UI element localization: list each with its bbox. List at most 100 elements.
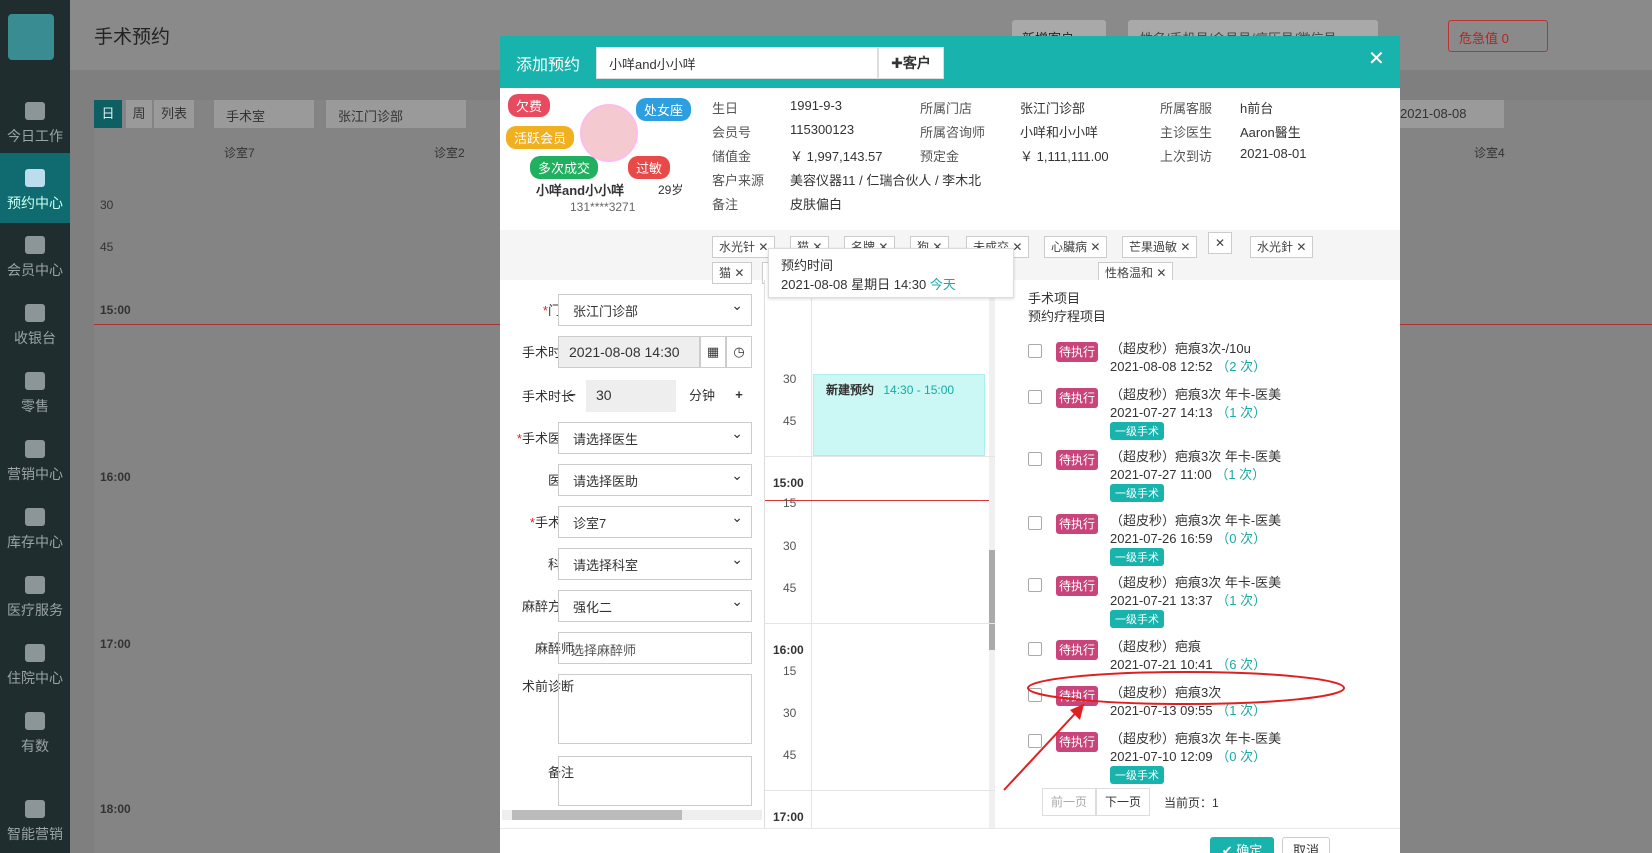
surgery-time-input[interactable]: 2021-08-08 14:30 xyxy=(558,336,700,368)
increase-button[interactable]: + xyxy=(726,380,752,412)
diagnosis-textarea[interactable] xyxy=(558,674,752,744)
lastvisit-label: 上次到访 xyxy=(1160,149,1213,164)
sidebar-item-today[interactable]: 今日工作 xyxy=(0,86,70,156)
sidebar-item-label: 今日工作 xyxy=(7,128,63,144)
grade-badge: 一级手术 xyxy=(1110,422,1164,440)
assistant-select[interactable]: 请选择医助 xyxy=(558,464,752,496)
danger-label: 危急值 xyxy=(1459,31,1499,46)
time-label: 17:00 xyxy=(100,637,131,651)
project-title: （超皮秒）疤痕3次 年卡-医美 xyxy=(1110,449,1282,464)
sidebar-item-label: 有数 xyxy=(21,738,49,754)
popover-label: 预约时间 xyxy=(781,258,834,273)
confirm-button[interactable]: ✔ 确定 xyxy=(1210,837,1274,853)
time-label: 45 xyxy=(783,748,797,762)
sidebar-item-retail[interactable]: 零售 xyxy=(0,356,70,426)
status-badge: 待执行 xyxy=(1056,514,1098,534)
status-badge: 待执行 xyxy=(1056,640,1098,660)
medkit-icon xyxy=(25,576,45,594)
project-date: 2021-07-26 16:59 （0 次） xyxy=(1110,531,1267,546)
sidebar-item-smart-marketing[interactable]: 智能营销 xyxy=(0,784,70,853)
sidebar-item-label: 会员中心 xyxy=(7,262,63,278)
tag-chip[interactable]: 水光針 ✕ xyxy=(1250,236,1314,258)
consultant-value: 小咩和小小咩 xyxy=(1020,125,1099,140)
birthday-value: 1991-9-3 xyxy=(790,98,843,113)
calendar-icon[interactable]: ▦ xyxy=(700,336,726,368)
sidebar-item-label: 医疗服务 xyxy=(7,602,63,618)
appointment-time-popover: 预约时间 2021-08-08 星期日 14:30 今天 xyxy=(768,248,1014,298)
tag-chip[interactable]: 芒果過敏 ✕ xyxy=(1122,236,1198,258)
doctor-select[interactable]: 请选择医生 xyxy=(558,422,752,454)
clock-icon[interactable]: ◷ xyxy=(726,336,752,368)
customer-input[interactable]: 小咩and小小咩 xyxy=(596,47,878,79)
add-customer-button[interactable]: ✚客户 xyxy=(878,47,944,79)
view-list-button[interactable]: 列表 xyxy=(154,100,194,128)
event-time: 14:30 - 15:00 xyxy=(883,383,955,397)
member-value: 115300123 xyxy=(790,122,855,137)
column-header-room2: 诊室2 xyxy=(434,146,465,160)
tag-badge: 处女座 xyxy=(636,98,692,121)
danger-value-button[interactable]: 危急值 0 xyxy=(1448,20,1548,52)
view-day-button[interactable]: 日 xyxy=(94,100,122,128)
source-value: 美容仪器11 / 仁瑞合伙人 / 李木北 xyxy=(790,173,982,188)
brain-icon xyxy=(25,800,45,818)
tag-badge: 欠费 xyxy=(508,94,551,117)
sidebar-item-label: 零售 xyxy=(21,398,49,414)
sidebar-item-appointment[interactable]: 预约中心 xyxy=(0,153,70,223)
cancel-button[interactable]: 取消 xyxy=(1282,837,1330,853)
sidebar-item-cashier[interactable]: 收银台 xyxy=(0,288,70,358)
date-input[interactable]: 2021-08-08 xyxy=(1394,100,1504,128)
dept-select[interactable]: 请选择科室 xyxy=(558,548,752,580)
row-checkbox[interactable] xyxy=(1028,390,1042,404)
modal-header: 添加预约 小咩and小小咩 ✚客户 ✕ xyxy=(500,36,1400,88)
status-badge: 待执行 xyxy=(1056,388,1098,408)
event-title: 新建预约 xyxy=(826,383,875,397)
grade-badge: 一级手术 xyxy=(1110,610,1164,628)
new-appointment-event[interactable]: 新建预约 14:30 - 15:00 xyxy=(813,374,985,456)
row-checkbox[interactable] xyxy=(1028,452,1042,466)
remark-textarea[interactable] xyxy=(558,756,752,806)
sidebar-item-member[interactable]: 会员中心 xyxy=(0,220,70,290)
balance-value: ￥ 1,997,143.57 xyxy=(790,149,883,164)
doctor-label: 主诊医生 xyxy=(1160,125,1213,140)
row-checkbox[interactable] xyxy=(1028,578,1042,592)
time-label: 45 xyxy=(783,414,797,428)
tag-chip[interactable]: 心臟病 ✕ xyxy=(1044,236,1108,258)
row-checkbox[interactable] xyxy=(1028,344,1042,358)
tab-surgery-projects[interactable]: 手术项目 xyxy=(1028,288,1080,307)
status-badge: 待执行 xyxy=(1056,576,1098,596)
project-date: 2021-08-08 12:52 （2 次） xyxy=(1110,359,1267,374)
sidebar-item-inventory[interactable]: 库存中心 xyxy=(0,492,70,562)
tag-chip[interactable]: 水光针 ✕ xyxy=(712,236,776,258)
highlight-annotation xyxy=(1003,671,1345,791)
hospital-icon xyxy=(25,644,45,662)
store-select[interactable]: 张江门诊部 xyxy=(326,100,466,128)
close-icon[interactable]: ✕ xyxy=(1368,46,1385,71)
tab-course-projects[interactable]: 预约疗程项目 xyxy=(1028,306,1106,325)
tag-chip[interactable]: ✕ xyxy=(1208,232,1233,254)
row-checkbox[interactable] xyxy=(1028,642,1042,656)
anesthetist-input[interactable]: 选择麻醉师 xyxy=(558,632,752,664)
room-select[interactable]: 诊室7 xyxy=(558,506,752,538)
sidebar-item-data[interactable]: 有数 xyxy=(0,696,70,766)
room-type-select[interactable]: 手术室 xyxy=(214,100,314,128)
time-label: 16:00 xyxy=(773,643,804,657)
project-date: 2021-07-21 13:37 （1 次） xyxy=(1110,593,1267,608)
sidebar-item-marketing[interactable]: 营销中心 xyxy=(0,424,70,494)
row-checkbox[interactable] xyxy=(1028,516,1042,530)
anesthesia-select[interactable]: 强化二 xyxy=(558,590,752,622)
time-label: 15:00 xyxy=(773,476,804,490)
popover-value: 2021-08-08 星期日 14:30 xyxy=(781,277,927,292)
sidebar-item-medical[interactable]: 医疗服务 xyxy=(0,560,70,630)
decrease-button[interactable]: − xyxy=(558,380,586,412)
store-select[interactable]: 张江门诊部 xyxy=(558,294,752,326)
grade-badge: 一级手术 xyxy=(1110,548,1164,566)
vertical-scrollbar[interactable] xyxy=(989,550,995,650)
modal-footer: ✔ 确定 取消 xyxy=(500,828,1400,853)
today-link[interactable]: 今天 xyxy=(930,277,956,292)
view-week-button[interactable]: 周 xyxy=(126,100,152,128)
sidebar-item-inpatient[interactable]: 住院中心 xyxy=(0,628,70,698)
duration-input[interactable]: 30 xyxy=(586,380,676,412)
horizontal-scrollbar[interactable] xyxy=(502,810,762,820)
mini-calendar: 30 45 15:00 15 30 45 16:00 15 30 45 17:0… xyxy=(764,280,995,853)
project-title: （超皮秒）疤痕3次 年卡-医美 xyxy=(1110,513,1282,528)
